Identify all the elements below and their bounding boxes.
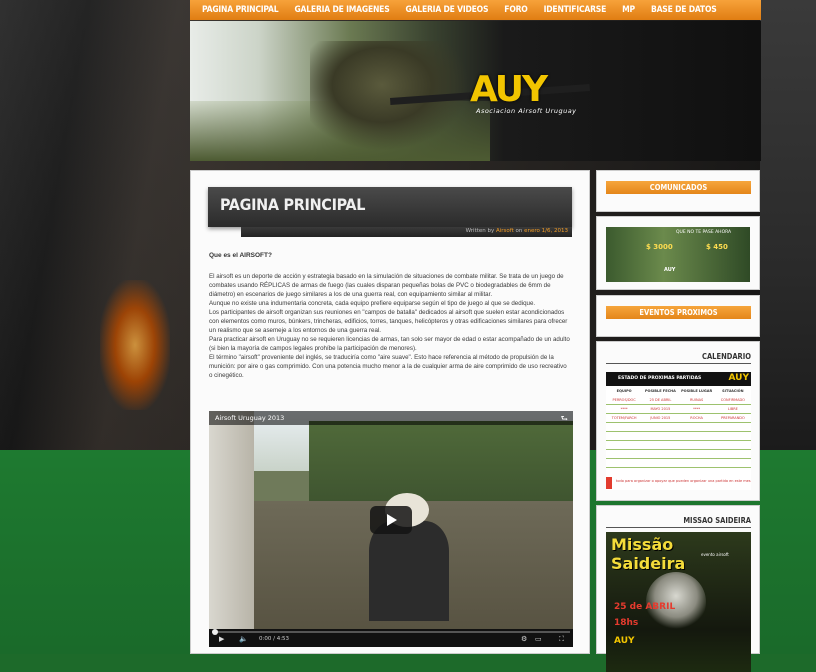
share-icon[interactable]: ⮑ — [561, 413, 568, 427]
calendar-image[interactable]: ESTADO DE PROXIMAS PARTIDAS AUY EQUIPO O… — [606, 372, 751, 490]
calendar-cell: **** — [693, 407, 701, 411]
calendar-col-lugar: POSIBLE LUGAR — [681, 389, 713, 393]
calendar-header: ESTADO DE PROXIMAS PARTIDAS AUY — [606, 372, 751, 386]
play-button[interactable] — [370, 506, 412, 534]
video-controls: ▶ 🔈 0:00 / 4:53 ⚙ ▭ ⛶ — [209, 629, 573, 647]
post-date: enero 1/6, 2013 — [524, 228, 568, 234]
calendar-row-empty — [606, 441, 751, 450]
post-title-box: PAGINA PRINCIPAL — [208, 187, 572, 227]
poster-hour: 18hs — [614, 618, 639, 628]
calendar-column-headers: EQUIPO ORGANIZADOR POSIBLE FECHA POSIBLE… — [606, 387, 751, 401]
calendar-cell: LIBRE — [727, 407, 738, 411]
page-background-right — [760, 0, 816, 450]
calendar-cell: PERROS/DOC — [612, 398, 636, 402]
nav-item-identificarse[interactable]: Identificarse — [544, 5, 607, 15]
video-frame-trees — [309, 421, 573, 501]
calendar-cell: RUINAS — [689, 398, 704, 402]
missao-poster[interactable]: Missão Saideira evento airsoft 25 de ABR… — [606, 532, 751, 672]
widget-missao: Missao Saideira Missão Saideira evento a… — [596, 505, 760, 672]
video-frame-player — [369, 521, 449, 621]
post-author-link[interactable]: Airsoft — [496, 228, 514, 234]
post-paragraph-2: Aunque no existe una indumentaria concre… — [209, 300, 536, 307]
calendar-cell: JUNIO 2015 — [650, 416, 671, 420]
ad-banner[interactable]: QUE NO TE PASE AHORA $ 3000 $ 450 AUY — [606, 227, 750, 282]
calendar-logo: AUY — [728, 373, 749, 383]
widget-eventos-header: Eventos Proximos — [606, 306, 751, 319]
post-meta-bar: Written by Airsoft on enero 1/6, 2013 — [241, 227, 572, 237]
post-paragraph-4: Para practicar airsoft en Uruguay no se … — [209, 336, 570, 352]
settings-icon[interactable]: ⚙ — [521, 635, 527, 643]
nav-item-galeria-videos[interactable]: Galeria de Videos — [406, 5, 489, 15]
post-question: Que es el AIRSOFT? — [209, 252, 272, 259]
nav-item-pagina-principal[interactable]: Pagina Principal — [202, 5, 279, 15]
poster-date: 25 de ABRIL — [614, 602, 676, 612]
nav-item-base-de-datos[interactable]: Base de Datos — [651, 5, 717, 15]
poster-subtitle: evento airsoft — [701, 552, 729, 557]
calendar-cell: MAYO 2015 — [650, 407, 671, 411]
post-paragraph-5: El término "airsoft" proveniente del ing… — [209, 354, 567, 379]
widget-comunicados: Comunicados — [596, 170, 760, 212]
post-body: Que es el AIRSOFT? El airsoft es un depo… — [209, 251, 571, 380]
calendar-row-empty — [606, 459, 751, 468]
widget-missao-header: Missao Saideira — [606, 516, 751, 528]
ad-text-price-2: $ 450 — [706, 243, 728, 251]
calendar-footer-marker — [606, 477, 612, 489]
video-progress-bar[interactable] — [212, 629, 570, 635]
nav-item-galeria-imagenes[interactable]: Galeria de Imagenes — [294, 5, 389, 15]
calendar-header-title: ESTADO DE PROXIMAS PARTIDAS — [618, 376, 702, 381]
calendar-cell: CONFIRMADO — [720, 398, 745, 402]
fullscreen-icon[interactable]: ⛶ — [559, 635, 564, 644]
calendar-row-empty — [606, 450, 751, 459]
widget-eventos: Eventos Proximos — [596, 295, 760, 337]
post-paragraph-1: El airsoft es un deporte de acción y est… — [209, 273, 564, 298]
post-meta-on: on — [513, 228, 525, 234]
header-banner: AUY Asociacion Airsoft Uruguay — [190, 21, 761, 161]
calendar-cell: TOTEM/FARCH — [611, 416, 637, 420]
nav-item-foro[interactable]: Foro — [504, 5, 528, 15]
calendar-row-empty — [606, 432, 751, 441]
calendar-cell: 25 DE ABRIL — [649, 398, 672, 402]
video-top-bar: Airsoft Uruguay 2013 ⮑ — [209, 411, 573, 425]
main-content: PAGINA PRINCIPAL Written by Airsoft on e… — [190, 170, 590, 654]
widget-calendario-header: Calendario — [606, 352, 751, 364]
widget-ad: QUE NO TE PASE AHORA $ 3000 $ 450 AUY — [596, 216, 760, 290]
post-title: PAGINA PRINCIPAL — [220, 195, 366, 214]
post-meta: Written by Airsoft on enero 1/6, 2013 — [466, 228, 568, 234]
calendar-cell: **** — [620, 407, 628, 411]
nav-item-mp[interactable]: MP — [622, 5, 635, 15]
poster-title: Missão Saideira — [611, 535, 686, 573]
poster-logo: AUY — [614, 636, 635, 646]
calendar-row: TOTEM/FARCH JUNIO 2015 ROCHA PREPARANDO — [606, 414, 751, 423]
calendar-col-situacion: SITUACIÓN — [722, 389, 744, 393]
youtube-logo-icon[interactable]: ▭ — [535, 635, 542, 643]
calendar-footer-text: todo para organizar o apoyar que pueden … — [616, 479, 751, 483]
calendar-col-fecha: POSIBLE FECHA — [644, 389, 676, 393]
calendar-cell: ROCHA — [690, 416, 703, 420]
calendar-footer: todo para organizar o apoyar que pueden … — [606, 476, 751, 490]
ad-text-headline: QUE NO TE PASE AHORA — [676, 230, 732, 235]
calendar-row: PERROS/DOC 25 DE ABRIL RUINAS CONFIRMADO — [606, 396, 751, 405]
ad-logo: AUY — [664, 267, 676, 273]
logo-subtitle: Asociacion Airsoft Uruguay — [476, 107, 577, 115]
video-player[interactable]: Airsoft Uruguay 2013 ⮑ ▶ 🔈 0:00 / 4:53 ⚙… — [209, 411, 573, 647]
video-frame-wall — [209, 411, 254, 647]
calendar-row: **** MAYO 2015 **** LIBRE — [606, 405, 751, 414]
video-time: 0:00 / 4:53 — [259, 636, 290, 642]
main-nav: Pagina Principal Galeria de Imagenes Gal… — [190, 0, 761, 20]
calendar-col-organizador: EQUIPO ORGANIZADOR — [609, 389, 638, 401]
video-title[interactable]: Airsoft Uruguay 2013 — [215, 414, 284, 422]
calendar-cell: PREPARANDO — [720, 416, 745, 420]
calendar-row-empty — [606, 423, 751, 432]
ad-text-price-1: $ 3000 — [646, 243, 673, 251]
volume-icon[interactable]: 🔈 — [239, 635, 248, 643]
play-icon[interactable]: ▶ — [219, 635, 224, 643]
widget-calendario: Calendario ESTADO DE PROXIMAS PARTIDAS A… — [596, 341, 760, 501]
site-logo[interactable]: AUY Asociacion Airsoft Uruguay — [470, 69, 590, 119]
widget-comunicados-header: Comunicados — [606, 181, 751, 194]
logo-text: AUY — [470, 69, 548, 110]
post-paragraph-3: Los participantes de airsoft organizan s… — [209, 309, 568, 334]
video-progress-handle[interactable] — [212, 629, 218, 635]
post-meta-prefix: Written by — [465, 228, 496, 234]
